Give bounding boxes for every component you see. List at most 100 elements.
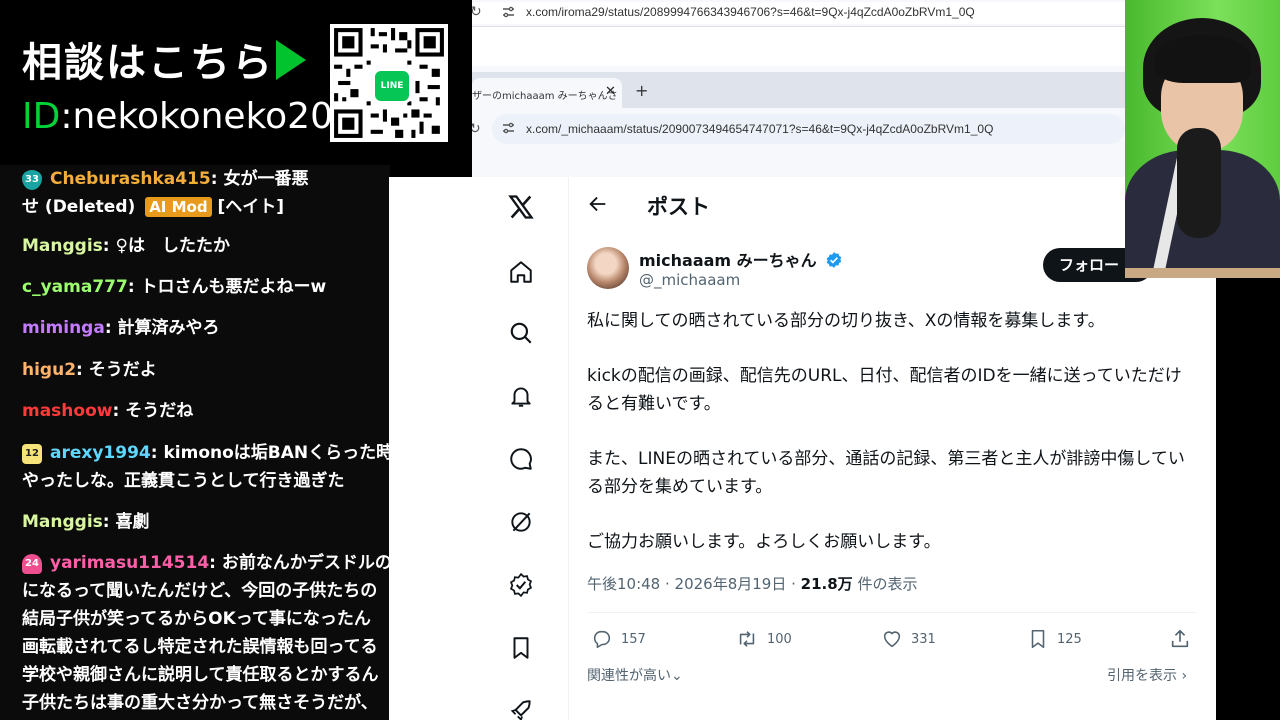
- chat-text: : そうだよ: [76, 360, 157, 380]
- back-arrow-icon[interactable]: [587, 193, 611, 217]
- chat-username: Manggis: [22, 236, 103, 256]
- like-count: 331: [911, 631, 936, 647]
- chat-message-continued: 学校や親御さんに説明して責任取るとかするん: [22, 665, 379, 685]
- chat-message: mashoow: そうだね: [22, 397, 390, 425]
- reply-icon: [593, 630, 611, 649]
- post-paragraph: また、LINEの晒されている部分、通話の記録、第三者と主人が誹謗中傷している部分…: [587, 449, 1185, 497]
- chat-username: higu2: [22, 360, 77, 380]
- x-logo-icon[interactable]: [505, 191, 537, 223]
- relevance-label: 関連性が高い: [587, 668, 671, 684]
- subscriber-badge: 24: [22, 554, 42, 574]
- url-text: x.com/iroma29/status/2089994766343946706…: [526, 5, 975, 19]
- chat-username: miminga: [22, 318, 105, 338]
- author-name-text: michaaam みーちゃん: [639, 251, 817, 270]
- bookmarks-icon[interactable]: [505, 632, 537, 664]
- post-detail: ポスト michaaam みーちゃん @_michaaam フォロー 私に関して…: [569, 177, 1216, 720]
- chat-message: 33 Cheburashka415: 女が一番悪: [22, 165, 390, 193]
- chat-message: c_yama777: トロさんも悪だよねーw: [22, 273, 390, 301]
- share-icon: [1171, 629, 1189, 648]
- quotes-label: 引用を表示: [1107, 668, 1177, 684]
- site-settings-icon[interactable]: [502, 6, 516, 20]
- site-settings-icon[interactable]: [502, 122, 516, 136]
- streamer-fringe: [1155, 35, 1251, 83]
- webcam-feed: [1125, 0, 1280, 278]
- share-button[interactable]: [1169, 627, 1199, 651]
- qr-code: LINE: [330, 24, 448, 142]
- sort-relevance-dropdown[interactable]: 関連性が高い⌄: [587, 665, 683, 685]
- chat-text: : お前なんかデスドルの続: [209, 553, 390, 573]
- post-timestamp[interactable]: 午後10:48 · 2026年8月19日 ·: [587, 575, 801, 593]
- new-tab-icon[interactable]: +: [635, 81, 648, 100]
- post-paragraph: 私に関しての晒されている部分の切り抜き、Xの情報を募集します。: [587, 311, 1105, 331]
- line-logo-icon: LINE: [372, 68, 412, 104]
- consult-banner: 相談はこちら ID:nekokoneko2018 LINE: [0, 0, 472, 165]
- chat-text: : 計算済みやろ: [104, 318, 220, 338]
- chat-message: Manggis: 喜劇: [22, 508, 390, 536]
- chat-text: : 女が一番悪: [210, 169, 309, 189]
- page-area: [472, 26, 1125, 66]
- chat-message: higu2: そうだよ: [22, 356, 390, 384]
- line-id: ID:nekokoneko2018: [22, 96, 379, 137]
- chat-username: mashoow: [22, 401, 113, 421]
- subscriber-badge: 12: [22, 444, 42, 464]
- chat-text: : トロさんも悪だよねーw: [127, 277, 327, 297]
- home-icon[interactable]: [505, 256, 537, 288]
- chat-message-continued: 結局子供が笑ってるからOKって事になったん: [22, 609, 371, 629]
- messages-icon[interactable]: [505, 443, 537, 475]
- chat-username: yarimasu114514: [50, 553, 210, 573]
- chat-text: やったしな。正義貫こうとして行き過ぎた: [22, 471, 345, 491]
- microphone: [1177, 128, 1221, 238]
- reply-count: 157: [621, 631, 646, 647]
- grok-icon[interactable]: [505, 506, 537, 538]
- like-icon: [883, 631, 901, 648]
- chat-message-continued: 画転載されてるし特定された誤情報も回ってる: [22, 637, 378, 657]
- bookmark-button[interactable]: 125: [1027, 627, 1082, 651]
- page-title: ポスト: [647, 195, 710, 219]
- browser-window-front: ザーのmichaaam みーちゃんさ ✕ + ↻ x.com/_michaaam…: [469, 72, 1125, 177]
- play-arrow-icon: [276, 40, 306, 80]
- bookmark-count: 125: [1057, 631, 1082, 647]
- verified-badge-icon: [826, 252, 842, 268]
- repost-count: 100: [767, 631, 792, 647]
- reply-button[interactable]: 157: [591, 627, 646, 651]
- chat-message: miminga: 計算済みやろ: [22, 314, 390, 342]
- like-button[interactable]: 331: [881, 627, 936, 651]
- browser-window-back: ↻ x.com/iroma29/status/20899947663439467…: [470, 0, 1125, 72]
- chevron-right-icon: ›: [1177, 668, 1188, 684]
- views-label: 件の表示: [852, 575, 918, 593]
- chat-text: せ (Deleted): [22, 197, 136, 217]
- url-text: x.com/_michaaam/status/20900734946547470…: [526, 122, 994, 136]
- address-bar[interactable]: x.com/_michaaam/status/20900734946547470…: [492, 114, 1125, 144]
- chat-text: : 喜劇: [102, 512, 150, 532]
- repost-icon: [739, 631, 755, 647]
- chat-text: : kimonoは垢BANくらった時そ: [150, 443, 390, 463]
- search-icon[interactable]: [505, 317, 537, 349]
- chat-username: c_yama777: [22, 277, 128, 297]
- chat-message-continued: になるって聞いたんだけど、今回の子供たちの: [22, 581, 378, 601]
- views-count: 21.8万: [800, 575, 853, 593]
- chat-message: 12 arexy1994: kimonoは垢BANくらった時そ: [22, 439, 390, 467]
- rocket-icon[interactable]: [505, 695, 537, 720]
- avatar[interactable]: [587, 247, 629, 289]
- post-body: 私に関しての晒されている部分の切り抜き、Xの情報を募集します。 kickの配信の…: [587, 307, 1197, 583]
- chat-message-continued: やったしな。正義貫こうとして行き過ぎた: [22, 467, 390, 495]
- toolbar: ↻ x.com/_michaaam/status/209007349465474…: [469, 108, 1125, 177]
- chat-message-continued: せ (Deleted) AI Mod [ヘイト]: [22, 193, 390, 221]
- repost-button[interactable]: 100: [735, 627, 792, 651]
- close-icon[interactable]: ✕: [605, 84, 616, 99]
- tab-title: ザーのmichaaam みーちゃんさ: [472, 91, 618, 102]
- chat-message: Manggis: ♀は したたか: [22, 232, 390, 260]
- author-handle[interactable]: @_michaaam: [639, 271, 740, 289]
- consult-text: 相談はこちら: [22, 40, 274, 86]
- notifications-icon[interactable]: [505, 380, 537, 412]
- chat-text: : そうだね: [112, 401, 194, 421]
- divider: [587, 612, 1197, 613]
- author-name[interactable]: michaaam みーちゃん: [639, 247, 843, 271]
- verified-orgs-icon[interactable]: [505, 569, 537, 601]
- address-bar[interactable]: ↻ x.com/iroma29/status/20899947663439467…: [470, 2, 1125, 24]
- chat-message: 24 yarimasu114514: お前なんかデスドルの続: [22, 549, 390, 577]
- x-sidebar: [389, 177, 569, 720]
- view-quotes-link[interactable]: 引用を表示 ›: [1107, 665, 1187, 685]
- browser-tab[interactable]: ザーのmichaaam みーちゃんさ ✕: [472, 78, 622, 108]
- chat-username: Manggis: [22, 512, 103, 532]
